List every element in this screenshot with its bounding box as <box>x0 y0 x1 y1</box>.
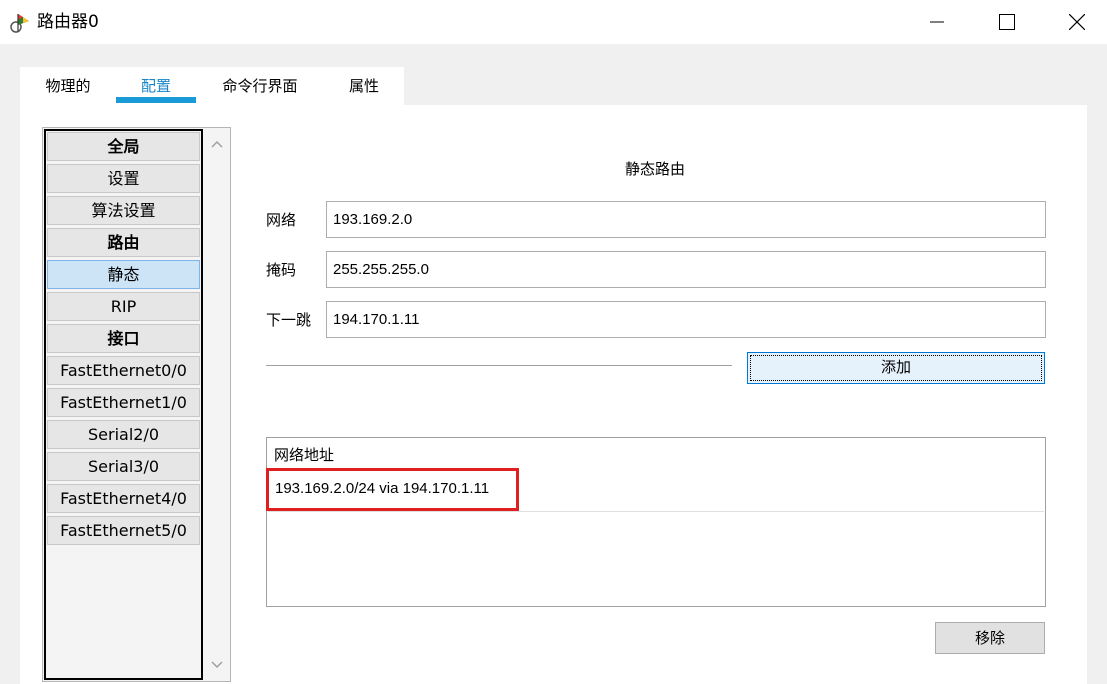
sidebar-item-algorithm-settings[interactable]: 算法设置 <box>47 196 200 225</box>
network-input[interactable]: 193.169.2.0 <box>326 201 1046 238</box>
router-app-icon <box>9 11 33 35</box>
active-tab-indicator <box>116 97 196 103</box>
next-hop-label: 下一跳 <box>266 311 312 329</box>
minimize-icon <box>930 15 944 29</box>
mask-label: 掩码 <box>266 261 297 279</box>
sidebar-item-rip[interactable]: RIP <box>47 292 200 321</box>
tab-physical[interactable]: 物理的 <box>34 67 102 105</box>
sidebar-item-fastethernet1-0[interactable]: FastEthernet1/0 <box>47 388 200 417</box>
route-row-separator <box>268 511 1044 512</box>
next-hop-input[interactable]: 194.170.1.11 <box>326 301 1046 338</box>
scroll-down-icon[interactable] <box>208 656 226 674</box>
close-icon <box>1069 14 1085 30</box>
focus-ring <box>750 355 1042 381</box>
sidebar-item-fastethernet4-0[interactable]: FastEthernet4/0 <box>47 484 200 513</box>
remove-button[interactable]: 移除 <box>935 622 1045 654</box>
sidebar-item-settings[interactable]: 设置 <box>47 164 200 193</box>
sidebar-item-serial2-0[interactable]: Serial2/0 <box>47 420 200 449</box>
route-list-header: 网络地址 <box>274 446 335 464</box>
sidebar-item-fastethernet0-0[interactable]: FastEthernet0/0 <box>47 356 200 385</box>
sidebar-item-fastethernet5-0[interactable]: FastEthernet5/0 <box>47 516 200 545</box>
scroll-up-icon[interactable] <box>208 135 226 153</box>
minimize-button[interactable] <box>902 0 972 44</box>
maximize-button[interactable] <box>972 0 1042 44</box>
annotation-highlight-box <box>266 468 519 511</box>
route-list[interactable] <box>266 437 1046 607</box>
form-divider <box>266 365 732 366</box>
sidebar-header-routing[interactable]: 路由 <box>47 228 200 257</box>
sidebar-header-interface[interactable]: 接口 <box>47 324 200 353</box>
sidebar-item-static[interactable]: 静态 <box>47 260 200 289</box>
add-button[interactable]: 添加 <box>747 352 1045 384</box>
window-title: 路由器0 <box>37 12 99 32</box>
close-button[interactable] <box>1042 0 1107 44</box>
network-label: 网络 <box>266 211 297 229</box>
maximize-icon <box>999 14 1015 30</box>
mask-input[interactable]: 255.255.255.0 <box>326 251 1046 288</box>
title-bar: 路由器0 <box>0 0 1107 44</box>
tab-attributes[interactable]: 属性 <box>334 67 394 105</box>
sidebar-item-serial3-0[interactable]: Serial3/0 <box>47 452 200 481</box>
sidebar-header-global[interactable]: 全局 <box>47 132 200 161</box>
static-route-title: 静态路由 <box>624 160 685 178</box>
tab-cli[interactable]: 命令行界面 <box>210 67 310 105</box>
